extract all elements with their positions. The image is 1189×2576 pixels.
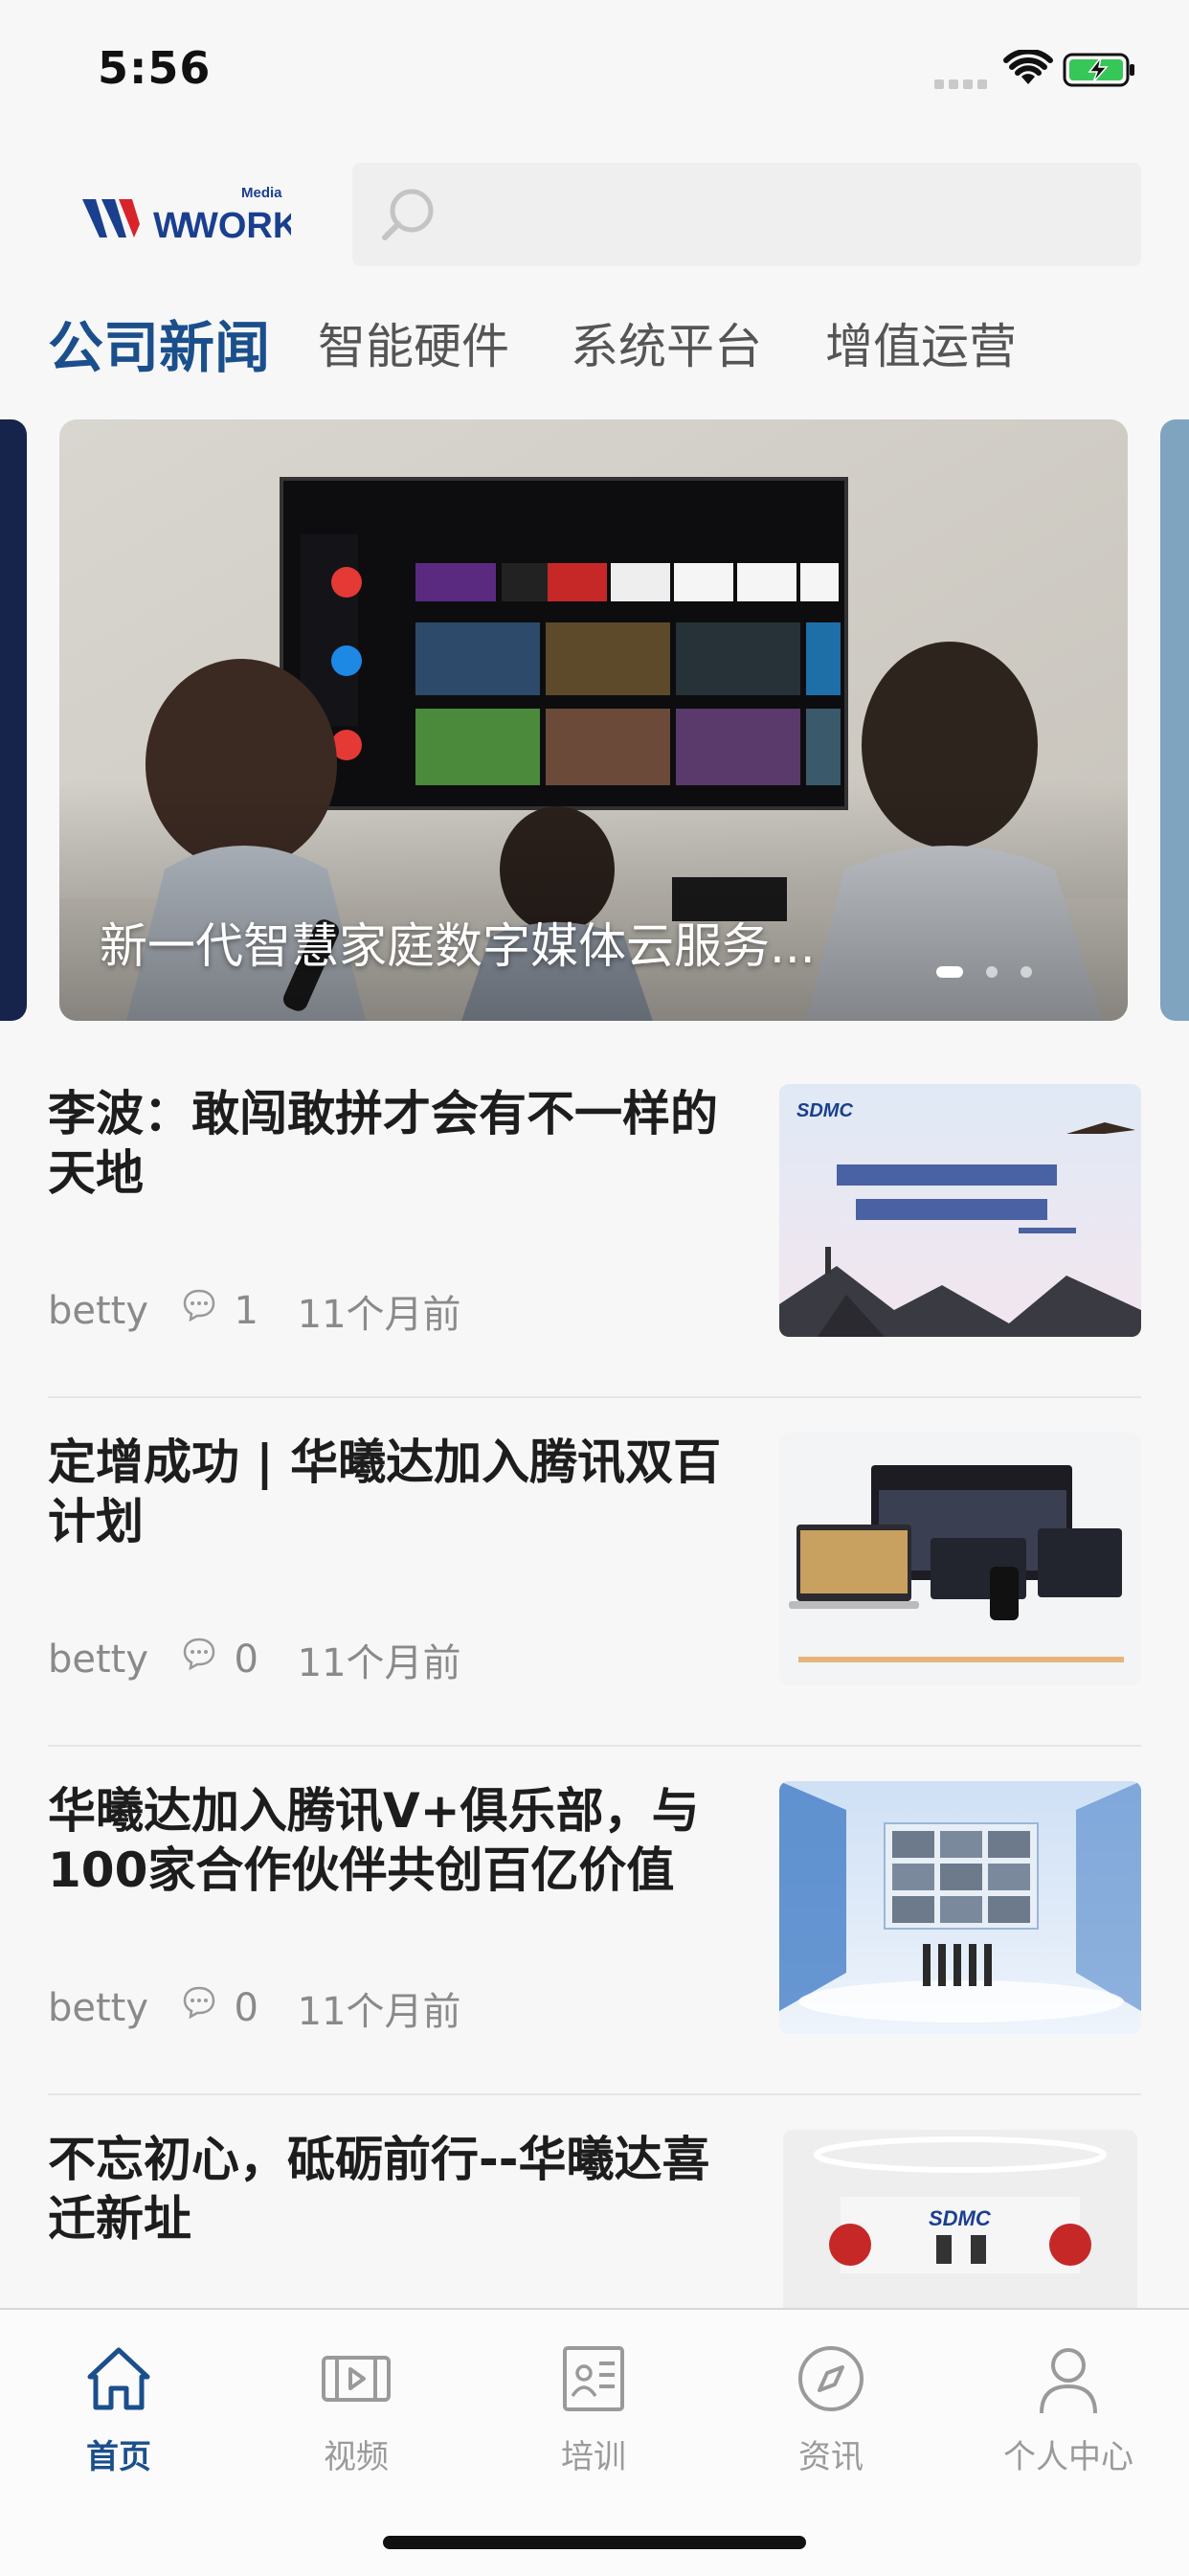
- news-thumbnail: SDMC: [779, 1084, 1141, 1337]
- battery-charging-icon: [1063, 53, 1134, 87]
- pagination-dot: [1021, 966, 1032, 978]
- news-item[interactable]: 华曦达加入腾讯V+俱乐部，与100家合作伙伴共创百亿价值 betty 0 11个…: [48, 1747, 1141, 2095]
- nav-video-label: 视频: [324, 2438, 389, 2476]
- nav-home-label: 首页: [86, 2438, 151, 2476]
- wifi-icon: [1003, 50, 1053, 84]
- comment-icon: [183, 1638, 215, 1671]
- news-author: betty: [48, 1289, 149, 1333]
- nav-news[interactable]: 资讯: [712, 2329, 950, 2477]
- news-list: 李波：敢闯敢拼才会有不一样的天地 betty 1 11个月前 SDMC 定增成功…: [48, 1050, 1141, 2442]
- tab-system-platform[interactable]: 系统平台: [571, 308, 762, 377]
- svg-text:WORK: WORK: [184, 206, 291, 246]
- nav-profile[interactable]: 个人中心: [950, 2329, 1187, 2477]
- video-icon: [322, 2356, 391, 2402]
- home-icon: [87, 2347, 150, 2410]
- header: W WORK Media: [0, 153, 1189, 274]
- svg-text:SDMC: SDMC: [929, 2206, 992, 2230]
- search-icon: [382, 189, 434, 240]
- news-title: 李波：敢闯敢拼才会有不一样的天地: [48, 1086, 718, 1201]
- status-bar: 5:56: [0, 0, 1189, 144]
- pagination-dot: [936, 966, 963, 978]
- carousel-pagination: [936, 963, 1032, 978]
- news-title: 华曦达加入腾讯V+俱乐部，与100家合作伙伴共创百亿价值: [48, 1783, 700, 1898]
- news-comment-count: 1: [234, 1289, 258, 1333]
- nav-training[interactable]: 培训: [475, 2329, 712, 2477]
- category-tabs: 公司新闻 智能硬件 系统平台 增值运营: [0, 308, 1189, 395]
- banner-carousel[interactable]: 新一代智慧家庭数字媒体云服务...: [0, 419, 1189, 1021]
- nav-video[interactable]: 视频: [237, 2329, 475, 2477]
- banner-title: 新一代智慧家庭数字媒体云服务...: [100, 918, 816, 974]
- news-meta: betty 1 11个月前: [48, 1283, 461, 1339]
- news-author: betty: [48, 1638, 149, 1682]
- svg-text:W: W: [153, 206, 188, 246]
- pagination-dot: [986, 966, 998, 978]
- tab-smart-hardware[interactable]: 智能硬件: [318, 308, 509, 377]
- tab-company-news[interactable]: 公司新闻: [48, 303, 270, 383]
- news-meta: betty 0 11个月前: [48, 1632, 461, 1687]
- app-logo[interactable]: W WORK Media: [80, 182, 291, 255]
- comment-icon: [183, 1289, 215, 1322]
- comment-icon: [183, 1986, 215, 2020]
- news-title: 不忘初心，砥砺前行--华曦达喜迁新址: [48, 2132, 710, 2247]
- user-icon: [1040, 2348, 1097, 2414]
- carousel-next-slide[interactable]: [1160, 419, 1189, 1021]
- svg-text:Media: Media: [241, 185, 282, 201]
- news-author: betty: [48, 1986, 149, 2030]
- status-time: 5:56: [98, 42, 212, 94]
- tab-value-added-ops[interactable]: 增值运营: [825, 308, 1017, 377]
- svg-text:SDMC: SDMC: [796, 1100, 853, 1121]
- nav-home[interactable]: 首页: [0, 2329, 237, 2477]
- news-item[interactable]: 定增成功 | 华曦达加入腾讯双百计划 betty 0 11个月前: [48, 1398, 1141, 1747]
- search-bar[interactable]: [352, 163, 1141, 266]
- news-thumbnail: [779, 1781, 1141, 2034]
- banner-slide[interactable]: 新一代智慧家庭数字媒体云服务...: [59, 419, 1128, 1021]
- nav-training-label: 培训: [561, 2438, 626, 2476]
- news-time: 11个月前: [297, 1990, 461, 2034]
- news-time: 11个月前: [297, 1293, 461, 1337]
- news-time: 11个月前: [297, 1641, 461, 1685]
- news-title: 定增成功 | 华曦达加入腾讯双百计划: [48, 1435, 722, 1549]
- news-item[interactable]: 李波：敢闯敢拼才会有不一样的天地 betty 1 11个月前 SDMC: [48, 1050, 1141, 1398]
- news-comment-count: 0: [234, 1986, 258, 2030]
- nav-news-label: 资讯: [798, 2438, 864, 2476]
- compass-icon: [798, 2346, 864, 2411]
- nav-profile-label: 个人中心: [1003, 2438, 1133, 2476]
- news-thumbnail: [779, 1433, 1141, 1685]
- carousel-prev-slide[interactable]: [0, 419, 27, 1021]
- news-meta: betty 0 11个月前: [48, 1980, 461, 2036]
- signal-icon: [934, 75, 994, 89]
- training-icon: [563, 2346, 624, 2411]
- news-comment-count: 0: [234, 1638, 258, 1682]
- home-indicator[interactable]: [383, 2536, 806, 2549]
